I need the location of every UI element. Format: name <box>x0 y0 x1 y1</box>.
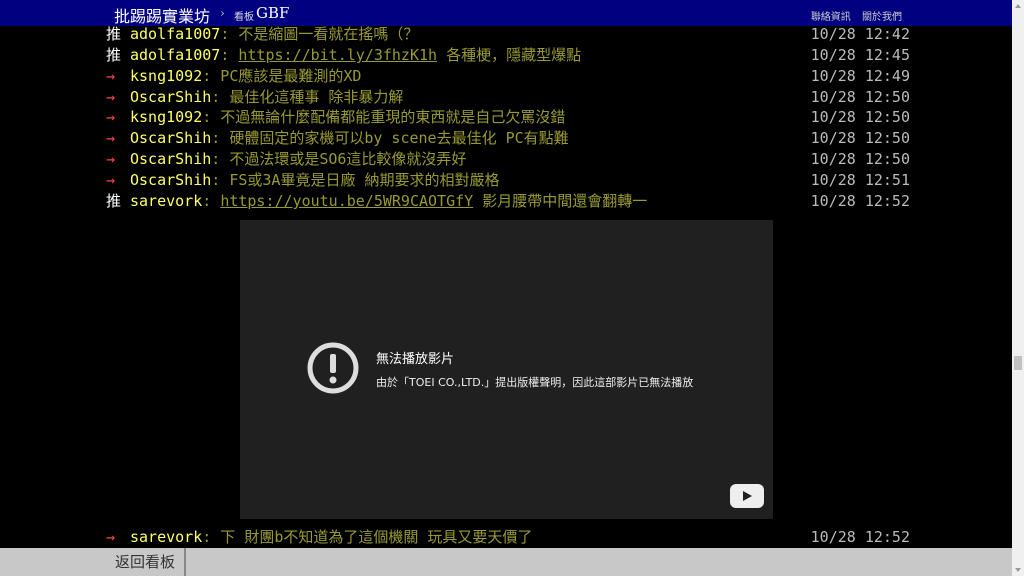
push-user: OscarShih <box>130 88 212 106</box>
push-tag: 推 <box>106 192 122 210</box>
push-content: : PC應該是最難測的XD <box>202 67 362 85</box>
top-bar: 批踢踢實業坊 › 看板 GBF 聯絡資訊 關於我們 <box>0 0 1012 26</box>
bottom-bar: 返回看板 <box>0 548 1012 576</box>
push-time: 10/28 12:50 <box>810 108 910 126</box>
scrollbar[interactable] <box>1012 0 1024 576</box>
push-tag: → <box>106 129 116 147</box>
push-link[interactable]: https://bit.ly/3fhzK1h <box>238 46 437 64</box>
push-list: 推 adolfa1007: 不是縮圖一看就在搖嗎（？ 10/28 12:42 推a… <box>0 26 1012 548</box>
push-user: OscarShih <box>130 150 212 168</box>
push-user: adolfa1007 <box>130 46 221 64</box>
push-time: 10/28 12:50 <box>810 129 910 147</box>
board-name-link[interactable]: GBF <box>256 4 289 22</box>
push-user: sarevork <box>130 192 203 210</box>
push-content: : 最佳化這種事 除非暴力解 <box>211 88 404 106</box>
push-content-after: 影月腰帶中間還會翻轉一 <box>473 192 648 210</box>
push-row: 推 sarevork: https://youtu.be/5WR9CAOTGfY … <box>106 191 910 212</box>
push-content: : <box>202 192 221 210</box>
scrollbar-thumb[interactable] <box>1014 356 1022 370</box>
push-tag: → <box>106 108 116 126</box>
push-tag: → <box>106 528 116 546</box>
push-row: → ksng1092: 不過無論什麼配備都能重現的東西就是自己欠罵沒錯 10/28… <box>106 107 910 128</box>
push-time: 10/28 12:45 <box>810 46 910 64</box>
push-row: 推 adolfa1007: https://bit.ly/3fhzK1h 各種梗，… <box>106 45 910 66</box>
push-content-after: 各種梗，隱藏型爆點 <box>437 46 582 64</box>
push-tag: → <box>106 150 116 168</box>
push-user: OscarShih <box>130 171 212 189</box>
video-error-description: 由於「TOEI CO.,LTD.」提出版權聲明，因此這部影片已無法播放 <box>376 376 694 389</box>
push-time: 10/28 12:49 <box>810 67 910 85</box>
back-to-board-button[interactable]: 返回看板 <box>106 548 186 576</box>
about-link[interactable]: 關於我們 <box>862 12 902 23</box>
board-label: 看板 <box>234 12 254 23</box>
push-content: : FS或3A畢竟是日廠 納期要求的相對嚴格 <box>211 171 500 189</box>
push-link[interactable]: https://youtu.be/5WR9CAOTGfY <box>220 192 473 210</box>
push-row: → OscarShih: 最佳化這種事 除非暴力解 10/28 12:50 <box>106 87 910 108</box>
push-content: : 下 財團b不知道為了這個機關 玩具又要天價了 <box>202 528 533 546</box>
push-time: 10/28 12:50 <box>810 88 910 106</box>
push-tag: → <box>106 67 116 85</box>
push-row: → OscarShih: 不過法環或是SO6這比較像就沒弄好 10/28 12:5… <box>106 149 910 170</box>
push-user: adolfa1007 <box>130 26 221 43</box>
video-embed[interactable]: 無法播放影片 由於「TOEI CO.,LTD.」提出版權聲明，因此這部影片已無法… <box>240 220 773 519</box>
push-row: → ksng1092: PC應該是最難測的XD 10/28 12:49 <box>106 66 910 87</box>
push-user: OscarShih <box>130 129 212 147</box>
push-row: → OscarShih: FS或3A畢竟是日廠 納期要求的相對嚴格 10/28 1… <box>106 170 910 191</box>
push-row: → sarevork: 下 財團b不知道為了這個機關 玩具又要天價了 10/28 … <box>106 527 910 548</box>
push-tag: → <box>106 171 116 189</box>
scroll-down-arrow-icon[interactable] <box>1015 568 1021 572</box>
push-content: : <box>220 46 239 64</box>
scroll-up-arrow-icon[interactable] <box>1015 4 1021 8</box>
push-content: : 不過法環或是SO6這比較像就沒弄好 <box>211 150 467 168</box>
push-tag: 推 <box>106 46 122 64</box>
contact-link[interactable]: 聯絡資訊 <box>811 12 851 23</box>
alert-circle-icon <box>307 342 359 394</box>
push-row: 推 adolfa1007: 不是縮圖一看就在搖嗎（？ 10/28 12:42 <box>106 26 910 45</box>
site-title[interactable]: 批踢踢實業坊 <box>114 3 210 27</box>
push-time: 10/28 12:52 <box>810 528 910 546</box>
top-links: 聯絡資訊 關於我們 <box>803 8 902 23</box>
video-error-title: 無法播放影片 <box>376 352 455 367</box>
breadcrumb-separator: › <box>220 6 225 20</box>
push-time: 10/28 12:52 <box>810 192 910 210</box>
push-content: : 不過無論什麼配備都能重現的東西就是自己欠罵沒錯 <box>202 108 566 126</box>
push-user: ksng1092 <box>130 108 203 126</box>
push-time: 10/28 12:50 <box>810 150 910 168</box>
push-time: 10/28 12:51 <box>810 171 910 189</box>
youtube-icon[interactable] <box>730 484 764 508</box>
push-time: 10/28 12:42 <box>810 26 910 43</box>
push-tag: 推 <box>106 26 122 43</box>
push-user: ksng1092 <box>130 67 203 85</box>
push-user: sarevork <box>130 528 203 546</box>
push-content: : 硬體固定的家機可以by scene去最佳化 PC有點難 <box>211 129 569 147</box>
push-tag: → <box>106 88 116 106</box>
push-content: : 不是縮圖一看就在搖嗎（？ <box>220 26 419 43</box>
push-row: → OscarShih: 硬體固定的家機可以by scene去最佳化 PC有點難 … <box>106 128 910 149</box>
